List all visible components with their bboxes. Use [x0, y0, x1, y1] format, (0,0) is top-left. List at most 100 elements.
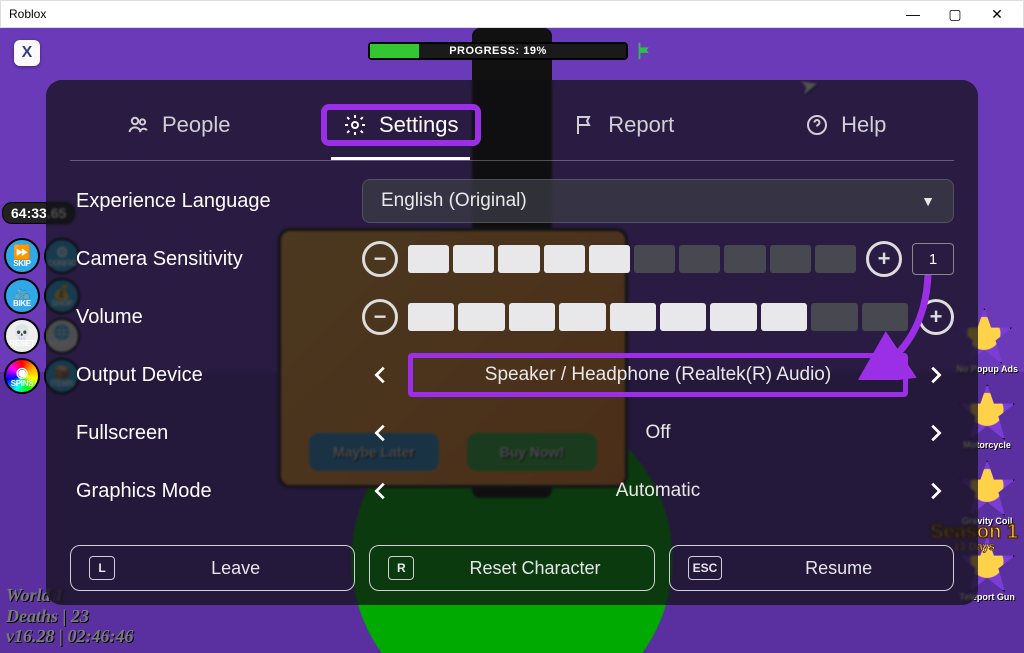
window-title: Roblox: [9, 7, 46, 21]
slider-segment: [660, 303, 706, 331]
window-maximize-button[interactable]: ▢: [943, 6, 967, 23]
gear-icon: [343, 113, 367, 137]
reset-character-button[interactable]: R Reset Character: [369, 545, 654, 591]
tab-settings[interactable]: Settings: [293, 94, 510, 158]
camera-minus-button[interactable]: −: [362, 241, 398, 277]
skip-icon: ⏩: [13, 245, 30, 259]
camera-plus-button[interactable]: +: [866, 241, 902, 277]
tab-people[interactable]: People: [70, 94, 287, 158]
slider-segment: [544, 245, 585, 273]
hud-skip-button[interactable]: ⏩SKIP: [4, 238, 40, 274]
slider-segment: [458, 303, 504, 331]
slider-segment: [710, 303, 756, 331]
camera-value[interactable]: 1: [912, 243, 954, 275]
volume-plus-button[interactable]: +: [918, 299, 954, 335]
language-select[interactable]: English (Original) ▼: [362, 179, 954, 223]
tab-help-label: Help: [841, 112, 886, 138]
hud-bike-button[interactable]: 🚲BIKE: [4, 278, 40, 314]
minus-icon: −: [374, 246, 387, 272]
row-fullscreen: Fullscreen Off: [70, 411, 954, 455]
resume-button[interactable]: ESC Resume: [669, 545, 954, 591]
resume-label: Resume: [742, 558, 935, 579]
graphics-prev-button[interactable]: [362, 472, 400, 510]
slider-segment: [770, 245, 811, 273]
reset-label: Reset Character: [434, 558, 635, 579]
slider-segment: [815, 245, 856, 273]
plus-icon: +: [878, 246, 891, 272]
fullscreen-prev-button[interactable]: [362, 414, 400, 452]
volume-label: Volume: [70, 306, 350, 329]
progress-fill: [370, 44, 419, 58]
volume-minus-button[interactable]: −: [362, 299, 398, 335]
help-icon: [805, 113, 829, 137]
bike-icon: 🚲: [13, 285, 30, 299]
row-graphics-mode: Graphics Mode Automatic: [70, 469, 954, 513]
hud-reset-button[interactable]: 💀RESET: [4, 318, 40, 354]
slider-segment: [509, 303, 555, 331]
graphics-next-button[interactable]: [916, 472, 954, 510]
progress-container: PROGRESS: 19%: [368, 40, 656, 62]
slider-segment: [862, 303, 908, 331]
graphics-label: Graphics Mode: [70, 480, 350, 503]
chevron-right-icon: [924, 476, 946, 506]
graphics-value[interactable]: Automatic: [408, 480, 908, 502]
row-language: Experience Language English (Original) ▼: [70, 179, 954, 223]
report-flag-icon: [572, 113, 596, 137]
tab-report[interactable]: Report: [515, 94, 732, 158]
fullscreen-value[interactable]: Off: [408, 422, 908, 444]
keycap-r: R: [388, 556, 414, 580]
progress-bar: PROGRESS: 19%: [368, 42, 628, 60]
row-camera-sensitivity: Camera Sensitivity − + 1: [70, 237, 954, 281]
chevron-left-icon: [370, 476, 392, 506]
stat-version-time: v16.28 | 02:46:46: [6, 626, 133, 647]
close-menu-button[interactable]: X: [14, 40, 40, 66]
output-next-button[interactable]: [916, 356, 954, 394]
slider-segment: [408, 245, 449, 273]
tab-people-label: People: [162, 112, 231, 138]
people-icon: [126, 113, 150, 137]
tab-report-label: Report: [608, 112, 674, 138]
fullscreen-label: Fullscreen: [70, 422, 350, 445]
fullscreen-next-button[interactable]: [916, 414, 954, 452]
minus-icon: −: [374, 304, 387, 330]
wheel-icon: ◉: [16, 365, 28, 379]
stat-deaths: Deaths | 23: [6, 606, 133, 627]
volume-slider[interactable]: [408, 303, 908, 331]
row-volume: Volume − +: [70, 295, 954, 339]
slider-segment: [724, 245, 765, 273]
camera-label: Camera Sensitivity: [70, 248, 350, 271]
slider-segment: [811, 303, 857, 331]
window-titlebar: Roblox — ▢ ✕: [0, 0, 1024, 28]
output-device-value[interactable]: Speaker / Headphone (Realtek(R) Audio): [408, 353, 908, 397]
slider-segment: [498, 245, 539, 273]
slider-segment: [679, 245, 720, 273]
chevron-left-icon: [370, 360, 392, 390]
output-label: Output Device: [70, 364, 350, 387]
slider-segment: [610, 303, 656, 331]
leave-button[interactable]: L Leave: [70, 545, 355, 591]
slider-segment: [589, 245, 630, 273]
slider-segment: [559, 303, 605, 331]
slider-segment: [634, 245, 675, 273]
tab-settings-label: Settings: [379, 112, 459, 138]
cutoff-prev-button[interactable]: [362, 530, 400, 539]
game-viewport: Maybe Later Buy Now! PROGRESS: 19% X ➤ 6…: [0, 28, 1024, 653]
chevron-left-icon: [370, 418, 392, 448]
chevron-right-icon: [924, 360, 946, 390]
chevron-down-icon: ▼: [921, 193, 935, 209]
hud-spins-button[interactable]: ◉SPINS: [4, 358, 40, 394]
tab-help[interactable]: Help: [738, 94, 955, 158]
row-output-device: Output Device Speaker / Headphone (Realt…: [70, 353, 954, 397]
plus-icon: +: [930, 304, 943, 330]
window-buttons: — ▢ ✕: [901, 6, 1019, 23]
skull-icon: 💀: [13, 325, 30, 339]
progress-label: PROGRESS: 19%: [449, 45, 547, 57]
flag-icon: [634, 40, 656, 62]
chevron-left-icon: [370, 534, 392, 539]
output-prev-button[interactable]: [362, 356, 400, 394]
window-minimize-button[interactable]: —: [901, 6, 925, 23]
camera-slider[interactable]: [408, 245, 856, 273]
settings-panel: People Settings Report Help Experience L…: [46, 80, 978, 605]
leave-label: Leave: [135, 558, 336, 579]
window-close-button[interactable]: ✕: [985, 6, 1009, 23]
